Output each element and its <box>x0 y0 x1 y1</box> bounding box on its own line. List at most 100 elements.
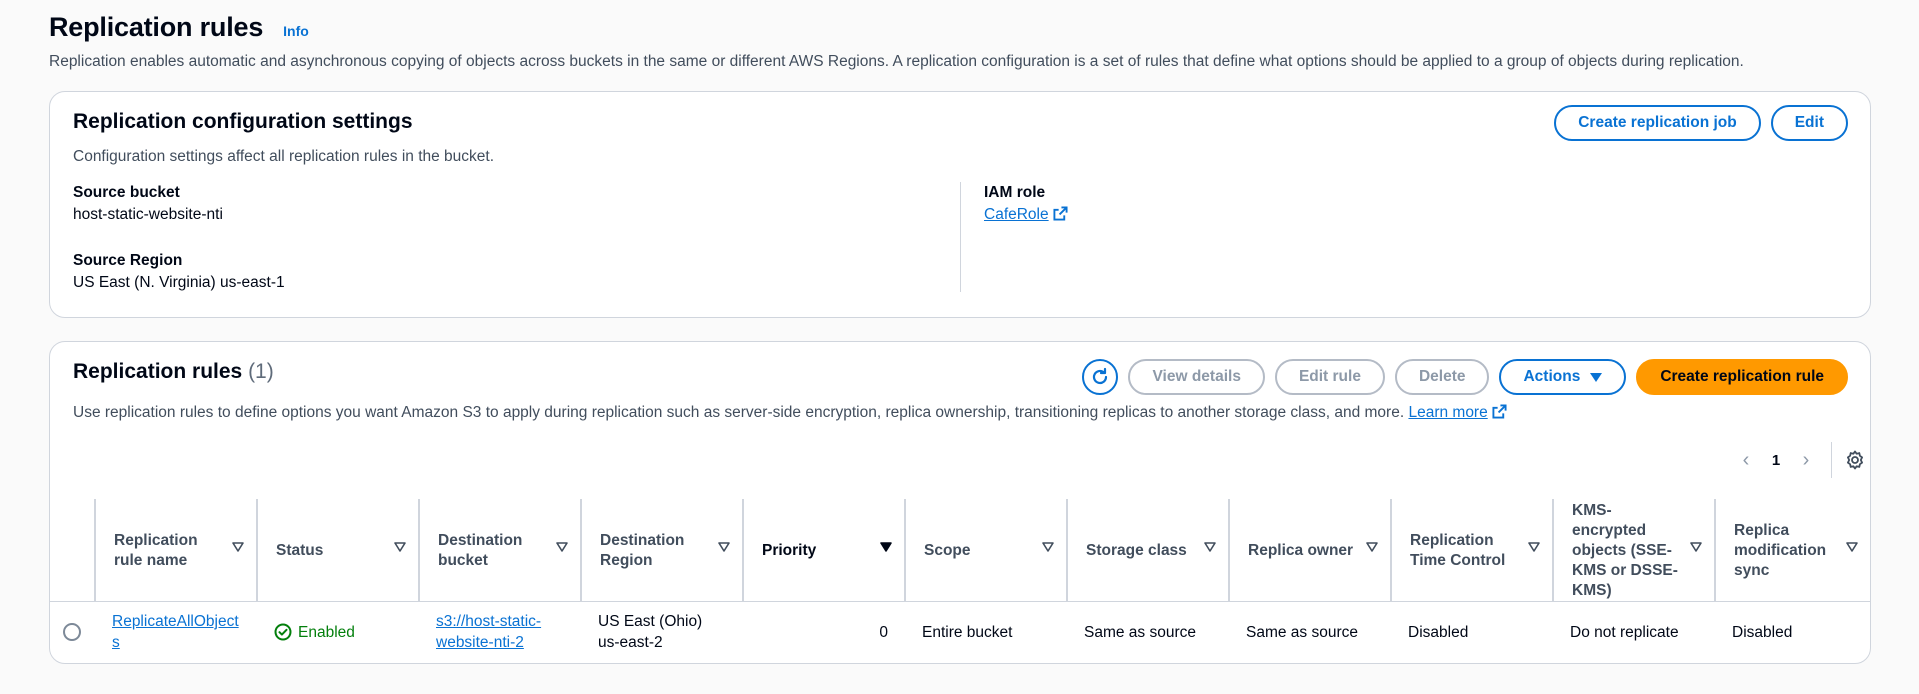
status-check-icon <box>274 623 292 641</box>
source-region-label: Source Region <box>73 252 183 269</box>
settings-gear-icon[interactable] <box>1840 450 1870 470</box>
col-header-destination-bucket[interactable]: Destination bucket <box>418 499 580 602</box>
refresh-button[interactable] <box>1082 359 1119 395</box>
col-header-label: Replication Time Control <box>1410 531 1506 569</box>
col-header-storage-class[interactable]: Storage class <box>1066 499 1228 602</box>
col-header-priority[interactable]: Priority <box>742 499 904 602</box>
column-divider <box>960 182 961 292</box>
sort-icon <box>1528 542 1540 552</box>
config-description: Configuration settings affect all replic… <box>73 148 495 165</box>
cell-priority: 0 <box>879 623 888 641</box>
cell-kms-encrypted: Do not replicate <box>1570 623 1679 641</box>
external-link-icon[interactable] <box>1492 404 1507 424</box>
sort-icon <box>394 542 406 552</box>
page: Replication rules Info Replication enabl… <box>0 0 1919 694</box>
cell-status: Enabled <box>256 602 418 662</box>
edit-config-button[interactable]: Edit <box>1770 105 1848 141</box>
col-header-replica-owner[interactable]: Replica owner <box>1228 499 1390 602</box>
create-replication-rule-button[interactable]: Create replication rule <box>1636 359 1848 395</box>
sort-icon <box>718 542 730 552</box>
col-header-label: Replica modification sync <box>1734 521 1827 579</box>
table-row[interactable]: ReplicateAllObjects Enabled s3://host-st… <box>50 602 1870 662</box>
page-title-row: Replication rules Info <box>49 12 1899 43</box>
cell-scope: Entire bucket <box>922 623 1013 641</box>
rules-description: Use replication rules to define options … <box>73 404 1507 424</box>
iam-role-link[interactable]: CafeRole <box>984 206 1049 223</box>
cell-destination-region: US East (Ohio) us-east-2 <box>598 613 703 651</box>
rule-name-link[interactable]: ReplicateAllObjects <box>112 611 244 653</box>
cell-replica-owner: Same as source <box>1246 623 1358 641</box>
source-bucket-label: Source bucket <box>73 184 180 201</box>
external-link-icon[interactable] <box>1053 206 1068 226</box>
rules-table: Replication rule name Status Destination… <box>50 499 1870 662</box>
config-actions: Create replication job Edit <box>1554 105 1848 141</box>
destination-bucket-link[interactable]: s3://host-static-website-nti-2 <box>436 611 568 653</box>
sort-icon <box>880 542 892 552</box>
col-header-label: Storage class <box>1086 541 1187 559</box>
sort-icon <box>232 542 244 552</box>
create-replication-job-button[interactable]: Create replication job <box>1554 105 1761 141</box>
rules-title: Replication rules (1) <box>73 360 274 384</box>
chevron-right-icon[interactable]: › <box>1791 449 1821 472</box>
chevron-left-icon[interactable]: ‹ <box>1731 449 1761 472</box>
source-bucket-value: host-static-website-nti <box>73 206 223 223</box>
sort-icon <box>1846 542 1858 552</box>
view-details-button[interactable]: View details <box>1128 359 1265 395</box>
replication-config-container: Replication configuration settings Confi… <box>49 91 1871 318</box>
config-right-column: IAM role CafeRole <box>984 184 1068 226</box>
col-header-kms-encrypted[interactable]: KMS-encrypted objects (SSE-KMS or DSSE-K… <box>1552 499 1714 602</box>
col-header-label: Destination Region <box>600 531 685 569</box>
iam-role-label: IAM role <box>984 184 1046 201</box>
col-header-replication-time-control[interactable]: Replication Time Control <box>1390 499 1552 602</box>
col-header-label: Replica owner <box>1248 541 1354 559</box>
replication-rules-container: Replication rules (1) View details Edit … <box>49 341 1871 664</box>
col-header-label: Priority <box>762 541 817 559</box>
sort-icon <box>1042 542 1054 552</box>
col-header-scope[interactable]: Scope <box>904 499 1066 602</box>
col-header-rule-name[interactable]: Replication rule name <box>94 499 256 602</box>
col-header-label: Scope <box>924 541 971 559</box>
rules-actions: View details Edit rule Delete Actions Cr… <box>1082 359 1848 395</box>
status-indicator: Enabled <box>274 622 355 643</box>
rules-title-text: Replication rules <box>73 360 243 383</box>
rules-count: (1) <box>248 360 274 383</box>
col-header-label: KMS-encrypted objects (SSE-KMS or DSSE-K… <box>1572 501 1678 599</box>
info-link[interactable]: Info <box>283 23 309 39</box>
cell-storage-class: Same as source <box>1084 623 1196 641</box>
cell-replication-time-control: Disabled <box>1408 623 1469 641</box>
cell-replica-modification-sync: Disabled <box>1732 623 1793 641</box>
caret-down-icon <box>1590 372 1603 382</box>
col-header-status[interactable]: Status <box>256 499 418 602</box>
actions-label: Actions <box>1523 368 1581 385</box>
actions-dropdown[interactable]: Actions <box>1499 359 1627 395</box>
sort-icon <box>1366 542 1378 552</box>
sort-icon <box>1690 542 1702 552</box>
refresh-icon <box>1093 367 1108 385</box>
page-header: Replication rules Info Replication enabl… <box>49 12 1899 71</box>
delete-button[interactable]: Delete <box>1394 359 1490 395</box>
sort-icon <box>556 542 568 552</box>
col-header-replica-modification-sync[interactable]: Replica modification sync <box>1714 499 1870 602</box>
page-number[interactable]: 1 <box>1761 452 1791 469</box>
page-title: Replication rules <box>49 12 264 42</box>
pagination-divider <box>1831 442 1832 478</box>
config-title: Replication configuration settings <box>73 110 413 133</box>
learn-more-link[interactable]: Learn more <box>1408 404 1487 421</box>
row-select-radio[interactable] <box>63 623 81 641</box>
col-header-label: Status <box>276 541 324 559</box>
source-region-value: US East (N. Virginia) us-east-1 <box>73 274 285 291</box>
config-left-column: Source bucket host-static-website-nti So… <box>73 184 285 292</box>
col-header-label: Replication rule name <box>114 531 198 569</box>
edit-rule-button[interactable]: Edit rule <box>1274 359 1385 395</box>
pagination: ‹ 1 › <box>1731 440 1870 480</box>
page-description: Replication enables automatic and asynch… <box>49 53 1744 70</box>
table-header: Replication rule name Status Destination… <box>50 499 1870 602</box>
col-header-label: Destination bucket <box>438 531 523 569</box>
rules-description-text: Use replication rules to define options … <box>73 404 1405 421</box>
col-header-destination-region[interactable]: Destination Region <box>580 499 742 602</box>
sort-icon <box>1204 542 1216 552</box>
status-text: Enabled <box>298 623 355 641</box>
iam-role-value: CafeRole <box>984 206 1068 226</box>
cell-rule-name: ReplicateAllObjects <box>94 602 244 662</box>
cell-destination-bucket: s3://host-static-website-nti-2 <box>418 602 568 662</box>
